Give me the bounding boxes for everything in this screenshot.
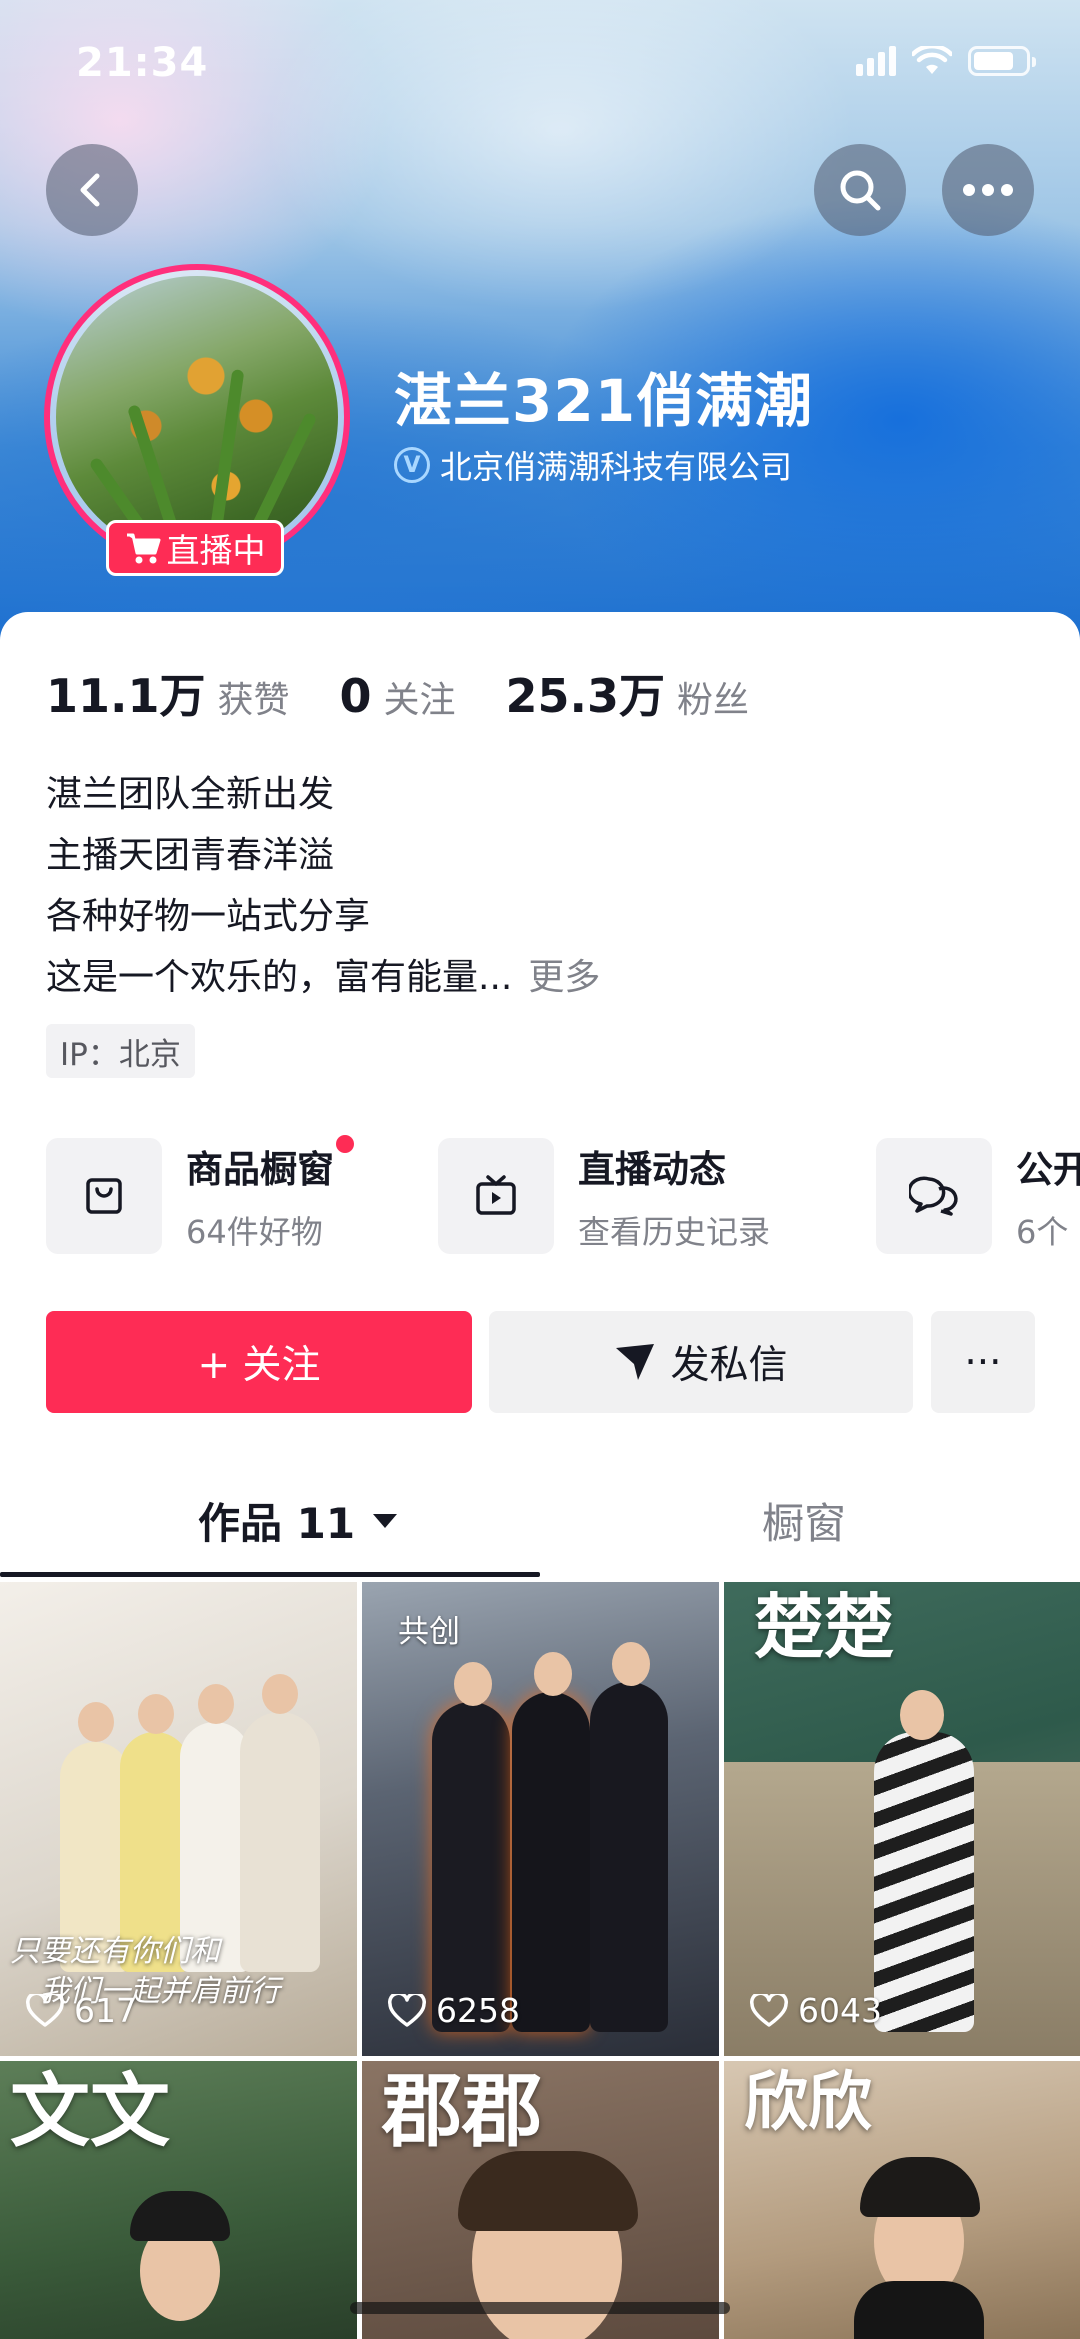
bio-line: 主播天团青春洋溢	[46, 835, 335, 876]
active-tab-indicator	[0, 1572, 540, 1577]
video-calligraphy: 楚楚	[754, 1585, 894, 1668]
live-badge[interactable]: 直播中	[106, 520, 284, 576]
video-tile[interactable]: 文文	[0, 2061, 357, 2339]
verified-org: 北京俏满潮科技有限公司	[440, 448, 793, 486]
profile-name: 湛兰321俏满潮	[394, 367, 814, 435]
wifi-icon	[912, 46, 952, 74]
heart-icon	[388, 1993, 426, 2027]
cellular-signal-icon	[856, 46, 896, 76]
chat-icon	[909, 1176, 958, 1216]
ip-location-tag: IP：北京	[46, 1024, 195, 1078]
tab-works[interactable]: 作品 11	[198, 1490, 399, 1551]
video-calligraphy: 欣欣	[744, 2065, 872, 2140]
stat-likes: 11.1万 获赞	[46, 669, 290, 723]
status-icons	[856, 46, 1036, 76]
status-time: 21:34	[76, 40, 209, 86]
video-tile[interactable]: 楚楚 6043	[724, 1582, 1080, 2056]
bio-line: 湛兰团队全新出发	[46, 774, 335, 815]
follow-button[interactable]: + 关注	[46, 1311, 472, 1413]
feature-title: 公开	[1016, 1148, 1080, 1191]
back-button[interactable]	[46, 144, 138, 236]
video-tile[interactable]: 只要还有你们和 我们一起并肩前行 617	[0, 1582, 357, 2056]
bio-line-last: 这是一个欢乐的，富有能量... 更多	[46, 957, 601, 998]
bio-line: 各种好物一站式分享	[46, 896, 371, 937]
video-tile[interactable]: 郡郡	[362, 2061, 719, 2339]
more-options-button[interactable]	[942, 144, 1034, 236]
like-count: 617	[26, 1991, 137, 2030]
co-creation-tag: 共创	[398, 1614, 460, 1650]
video-tile[interactable]: 共创 6258	[362, 1582, 719, 2056]
more-actions-button[interactable]: ···	[931, 1311, 1035, 1413]
video-caption: 只要还有你们和	[10, 1934, 220, 1969]
verified-icon: V	[394, 447, 430, 483]
search-icon	[840, 170, 881, 211]
bag-icon	[86, 1178, 122, 1214]
home-indicator[interactable]	[350, 2302, 730, 2314]
feature-shop-window[interactable]: 商品橱窗 64件好物	[46, 1135, 354, 1254]
feature-live-history[interactable]: 直播动态 查看历史记录	[438, 1138, 770, 1254]
tv-icon	[476, 1175, 516, 1215]
like-count: 6258	[388, 1991, 520, 2030]
tab-works-label: 作品 11	[198, 1499, 356, 1548]
heart-icon	[26, 1993, 64, 2027]
notification-dot	[336, 1135, 354, 1153]
stat-followers[interactable]: 25.3万 粉丝	[506, 660, 750, 726]
feature-title: 商品橱窗	[186, 1148, 334, 1191]
stats-row: 11.1万 获赞 0 关注 25.3万 粉丝	[46, 660, 799, 726]
more-dots-icon	[963, 184, 1013, 196]
heart-icon	[750, 1993, 788, 2027]
bio: 湛兰团队全新出发 主播天团青春洋溢 各种好物一站式分享 这是一个欢乐的，富有能量…	[46, 764, 600, 1008]
like-count: 6043	[750, 1991, 882, 2030]
live-badge-label: 直播中	[166, 531, 266, 570]
cart-icon	[126, 533, 160, 564]
video-calligraphy: 郡郡	[382, 2064, 542, 2158]
video-calligraphy: 文文	[10, 2064, 170, 2158]
feature-title: 直播动态	[578, 1148, 726, 1191]
search-button[interactable]	[814, 144, 906, 236]
verification-row: V 北京俏满潮科技有限公司	[394, 442, 792, 488]
stat-following[interactable]: 0 关注	[340, 669, 456, 723]
message-button[interactable]: 发私信	[489, 1311, 913, 1413]
feature-subtitle: 64件好物	[186, 1213, 323, 1251]
bio-more-link[interactable]: 更多	[528, 957, 600, 998]
video-tile[interactable]: 欣欣	[724, 2061, 1080, 2339]
chevron-left-icon	[80, 173, 100, 207]
send-icon	[616, 1344, 655, 1380]
tab-shop-window[interactable]: 橱窗	[762, 1490, 846, 1551]
caret-down-icon	[373, 1513, 398, 1528]
feature-subtitle: 查看历史记录	[578, 1213, 771, 1251]
battery-icon	[968, 46, 1036, 76]
feature-subtitle: 6个	[1016, 1213, 1069, 1251]
feature-group-chat[interactable]: 公开 6个	[876, 1138, 1080, 1254]
avatar-image	[56, 276, 338, 558]
message-button-label: 发私信	[670, 1343, 788, 1388]
